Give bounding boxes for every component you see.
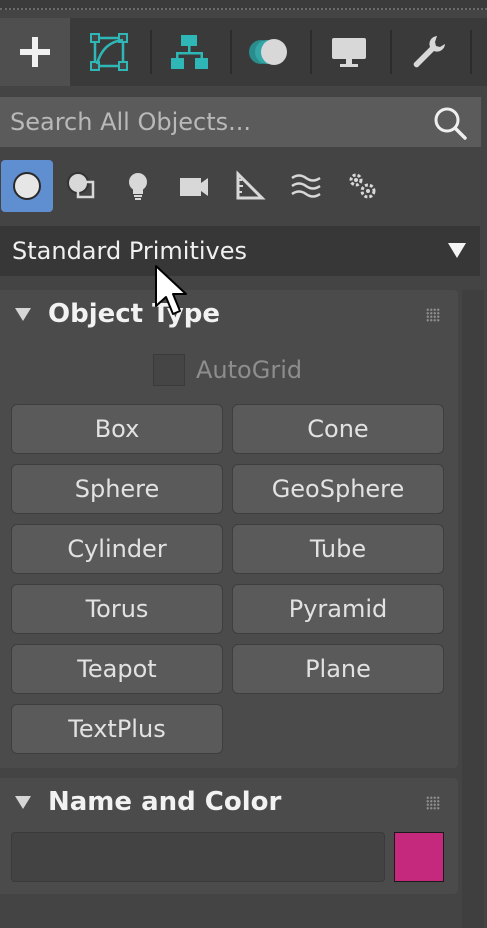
command-panel-tabs [0, 18, 487, 86]
panel-drag-strip[interactable] [0, 0, 487, 10]
category-geometry[interactable] [1, 160, 53, 212]
sphere-icon [13, 172, 41, 200]
plane-button[interactable]: Plane [232, 644, 444, 694]
collapse-triangle-icon [15, 796, 31, 809]
display-monitor-icon [332, 38, 366, 67]
primitive-type-value: Standard Primitives [12, 237, 247, 265]
object-type-rollout-header[interactable]: Object Type [0, 290, 458, 340]
tab-modify[interactable] [70, 18, 148, 86]
camera-icon [180, 178, 208, 196]
search-icon[interactable] [433, 106, 467, 140]
chevron-down-icon [448, 243, 466, 258]
motion-icon [249, 39, 287, 65]
light-bulb-icon [129, 173, 147, 200]
cone-button[interactable]: Cone [232, 404, 444, 454]
modify-curve-icon [90, 33, 128, 71]
geosphere-button[interactable]: GeoSphere [232, 464, 444, 514]
collapse-triangle-icon [15, 308, 31, 321]
autogrid-checkbox[interactable]: AutoGrid [153, 353, 302, 387]
category-lights[interactable] [112, 160, 164, 212]
command-panel: Search All Objects... Standard Primitive… [0, 0, 487, 928]
name-and-color-rollout: Name and Color [0, 778, 458, 894]
teapot-button[interactable]: Teapot [11, 644, 223, 694]
shapes-icon [67, 172, 95, 199]
tab-create[interactable] [0, 18, 70, 86]
primitive-type-dropdown[interactable]: Standard Primitives [0, 226, 480, 276]
pyramid-button[interactable]: Pyramid [232, 584, 444, 634]
category-space-warps[interactable] [280, 160, 332, 212]
textplus-button[interactable]: TextPlus [11, 704, 223, 754]
mouse-cursor-icon [155, 265, 187, 315]
rollout-grip-icon[interactable] [426, 308, 440, 322]
tube-button[interactable]: Tube [232, 524, 444, 574]
tab-display[interactable] [310, 18, 388, 86]
tab-motion[interactable] [230, 18, 308, 86]
name-and-color-title: Name and Color [48, 787, 282, 817]
tab-hierarchy[interactable] [150, 18, 228, 86]
wrench-icon [413, 36, 445, 68]
sphere-button[interactable]: Sphere [11, 464, 223, 514]
helper-ruler-icon [236, 170, 266, 200]
gears-icon [349, 173, 376, 199]
search-placeholder: Search All Objects... [10, 108, 252, 136]
search-input[interactable]: Search All Objects... [0, 97, 481, 147]
plus-icon [20, 37, 50, 67]
space-warp-icon [291, 174, 321, 198]
torus-button[interactable]: Torus [11, 584, 223, 634]
hierarchy-icon [171, 35, 208, 69]
rollout-grip-icon[interactable] [426, 796, 440, 810]
cylinder-button[interactable]: Cylinder [11, 524, 223, 574]
object-category-row [0, 158, 487, 214]
object-type-title: Object Type [48, 299, 220, 329]
tab-utilities[interactable] [390, 18, 468, 86]
name-and-color-rollout-header[interactable]: Name and Color [0, 778, 458, 828]
category-cameras[interactable] [168, 160, 220, 212]
category-systems[interactable] [336, 160, 388, 212]
autogrid-label: AutoGrid [196, 356, 303, 384]
box-button[interactable]: Box [11, 404, 223, 454]
autogrid-checkbox-box[interactable] [153, 354, 185, 386]
panel-scrollbar[interactable] [462, 290, 484, 928]
object-type-rollout: Object Type AutoGrid Box Cone Sphere Geo… [0, 290, 458, 768]
category-helpers[interactable] [224, 160, 276, 212]
object-color-swatch[interactable] [394, 832, 444, 882]
object-name-field[interactable] [11, 832, 385, 882]
category-shapes[interactable] [56, 160, 108, 212]
